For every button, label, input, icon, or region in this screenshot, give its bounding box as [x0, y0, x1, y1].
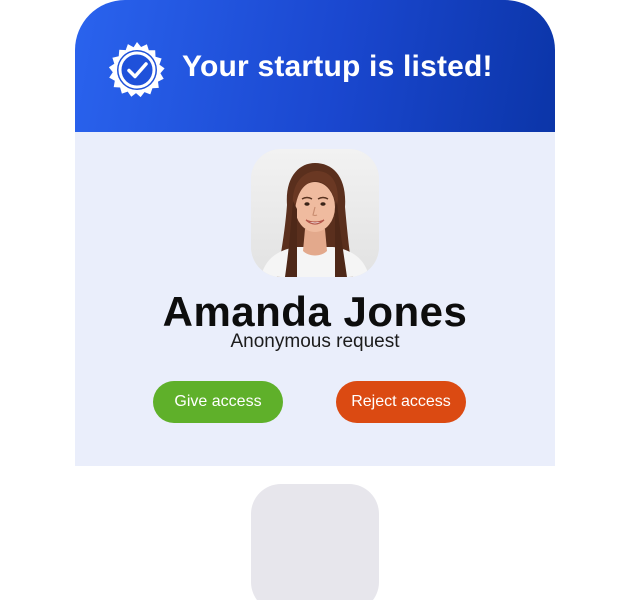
next-card-avatar-placeholder — [251, 484, 379, 600]
card-body: Amanda Jones Anonymous request Give acce… — [75, 132, 555, 466]
listing-card: Your startup is listed! Amanda Jones Ano… — [75, 0, 555, 466]
avatar — [251, 149, 379, 277]
stage: Your startup is listed! Amanda Jones Ano… — [0, 0, 628, 600]
profile-name: Amanda Jones — [162, 288, 468, 335]
request-type-label: Anonymous request — [230, 331, 400, 352]
card-header: Your startup is listed! — [75, 0, 555, 132]
header-title: Your startup is listed! — [182, 50, 493, 83]
portrait-image — [251, 149, 379, 277]
verified-badge-icon — [108, 42, 165, 98]
reject-access-button[interactable]: Reject access — [336, 381, 466, 423]
give-access-button[interactable]: Give access — [153, 381, 283, 423]
